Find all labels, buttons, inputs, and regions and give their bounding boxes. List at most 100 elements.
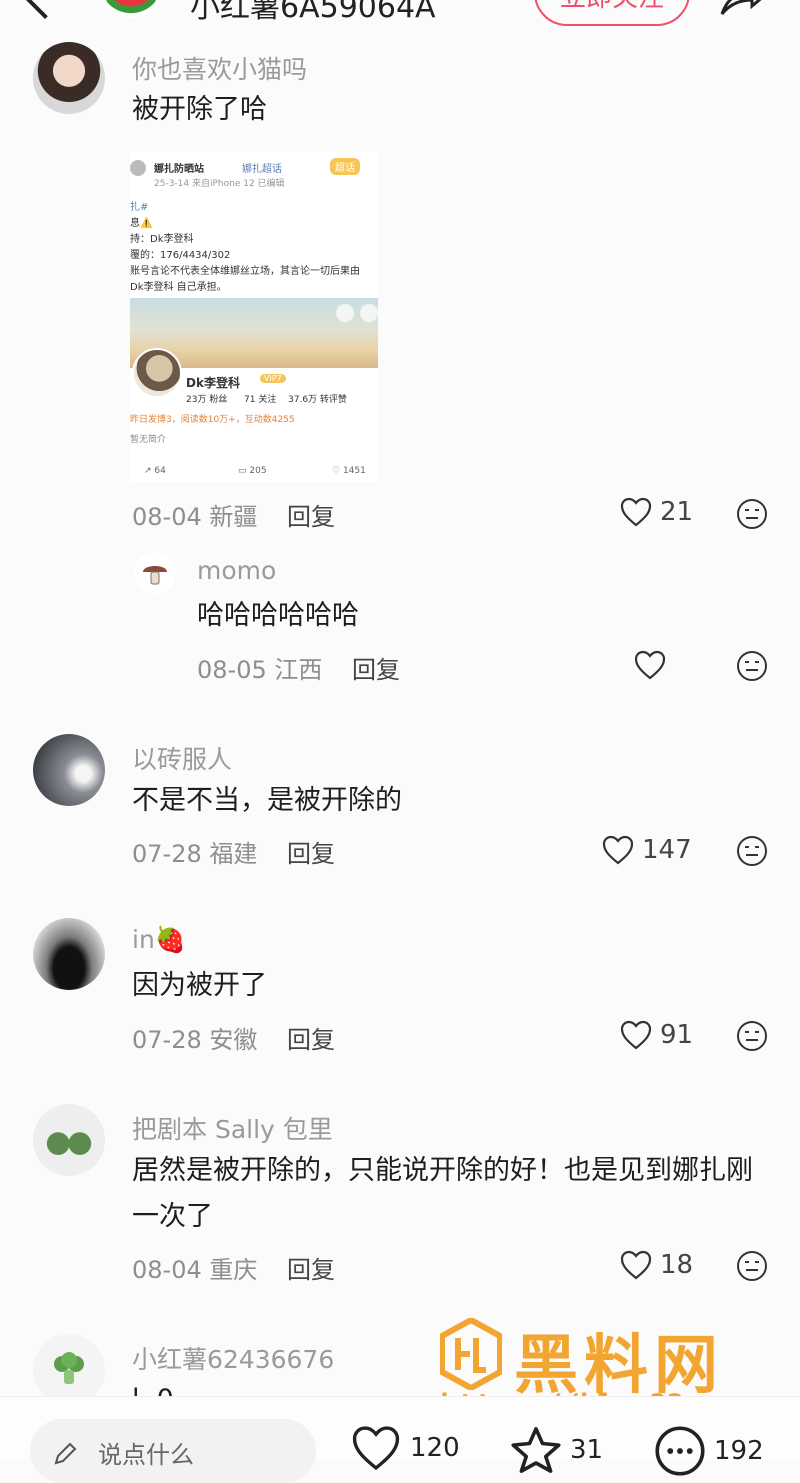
vip-badge: VIP7	[260, 374, 286, 383]
reply-button[interactable]: 回复	[352, 656, 400, 684]
pen-icon	[54, 1442, 77, 1465]
reply-author[interactable]: momo	[197, 556, 276, 585]
comment-bubble-icon	[655, 1426, 705, 1476]
comment-location: 重庆	[209, 1256, 258, 1284]
like-count: 147	[642, 835, 692, 865]
comment-meta: 07-28 安徽 回复	[132, 1020, 335, 1055]
profile-avatar	[132, 348, 182, 398]
post-avatar	[130, 160, 146, 176]
mushroom-icon	[143, 566, 167, 585]
watermark-logo-icon	[440, 1318, 502, 1390]
bottom-bar: 说点什么 120 31 192	[0, 1396, 800, 1483]
emoji-reaction-icon[interactable]	[736, 650, 768, 682]
comment-text: 被开除了哈	[132, 94, 267, 125]
heart-icon	[620, 1250, 652, 1280]
reply-button[interactable]: 回复	[287, 1026, 335, 1054]
post-like-count: 120	[410, 1433, 460, 1463]
profile-bio: 暂无简介	[130, 435, 167, 445]
post-account-name: 娜扎防晒站	[154, 164, 204, 175]
like-count: 21	[660, 497, 694, 527]
comment-location: 安徽	[209, 1026, 258, 1054]
comment-meta: 07-28 福建 回复	[132, 834, 335, 869]
like-button[interactable]: 18	[620, 1250, 693, 1280]
profile-following: 71 关注	[244, 395, 277, 405]
comment-image[interactable]: 娜扎防晒站 娜扎超话 超话 25-3-14 来自iPhone 12 已编辑 扎#…	[130, 152, 378, 482]
comment-author[interactable]: 以砖服人	[132, 740, 232, 776]
heart-icon	[620, 497, 652, 527]
post-warning: 息⚠️	[130, 218, 153, 229]
emoji-reaction-icon[interactable]	[736, 498, 768, 530]
post-collect-count: 31	[570, 1435, 604, 1465]
reply-text: 哈哈哈哈哈哈	[197, 600, 359, 631]
post-line-1: 持：Dk李登科	[130, 234, 194, 245]
comment-meta: 08-04 新疆 回复	[132, 497, 335, 532]
like-button[interactable]: 21	[620, 497, 693, 527]
emoji-reaction-icon[interactable]	[736, 835, 768, 867]
comment-author[interactable]: 把剧本 Sally 包里	[132, 1110, 333, 1146]
super-topic-badge: 超话	[330, 158, 360, 175]
post-line-4: Dk李登科 自己承担。	[130, 282, 227, 293]
reply-meta: 08-05 江西 回复	[197, 650, 400, 685]
heart-icon	[634, 650, 666, 680]
profile-name: Dk李登科	[186, 376, 240, 390]
back-arrow-icon[interactable]	[20, 0, 70, 20]
comment-author[interactable]: 你也喜欢小猫吗	[132, 50, 307, 86]
comment-author[interactable]: 小红薯62436676	[132, 1340, 334, 1376]
comment-text: 因为被开了	[132, 970, 267, 1001]
like-count: ♡ 1451	[332, 466, 366, 476]
post-line-3: 账号言论不代表全体维娜丝立场，其言论一切后果由	[130, 266, 360, 277]
comment-date: 08-04	[132, 1256, 202, 1284]
avatar[interactable]	[33, 42, 105, 114]
comment-input-placeholder: 说点什么	[98, 1441, 194, 1469]
post-comment-button[interactable]: 192	[654, 1425, 764, 1477]
post-header-tag: 娜扎超话	[242, 164, 282, 175]
comment-location: 新疆	[209, 503, 258, 531]
heart-icon	[602, 835, 634, 865]
post-tag: 扎#	[130, 202, 149, 213]
more-icon	[360, 304, 378, 322]
comment-text: 居然是被开除的，只能说开除的好！也是见到娜扎刚一次了	[132, 1155, 753, 1232]
author-name[interactable]: 小红薯6A59064A	[190, 0, 436, 26]
follow-button[interactable]: 立即关注	[534, 0, 690, 26]
heart-icon	[352, 1426, 400, 1471]
reply-avatar[interactable]	[134, 552, 176, 594]
like-button[interactable]: 147	[602, 835, 692, 865]
post-collect-button[interactable]: 31	[510, 1425, 603, 1475]
search-icon	[336, 304, 354, 322]
author-avatar[interactable]	[105, 0, 157, 18]
share-icon[interactable]	[718, 0, 766, 16]
emoji-reaction-icon[interactable]	[736, 1020, 768, 1052]
comment-date: 08-04	[132, 503, 202, 531]
profile-followers: 23万 粉丝	[186, 395, 228, 405]
comment-date: 07-28	[132, 1026, 202, 1054]
like-button[interactable]: 91	[620, 1020, 693, 1050]
avatar[interactable]	[33, 734, 105, 806]
post-like-button[interactable]: 120	[350, 1425, 460, 1471]
comment-author[interactable]: in🍓	[132, 925, 186, 955]
emoji-reaction-icon[interactable]	[736, 1250, 768, 1282]
comment-text: 不是不当，是被开除的	[132, 785, 402, 816]
like-count: 91	[660, 1020, 694, 1050]
reply-button[interactable]: 回复	[287, 1256, 335, 1284]
star-icon	[511, 1427, 561, 1473]
reply-button[interactable]: 回复	[287, 840, 335, 868]
comment-date: 07-28	[132, 840, 202, 868]
reply-location: 江西	[274, 656, 323, 684]
profile-stats: 昨日发博3，阅读数10万+，互动数4255	[130, 415, 295, 425]
comment-meta: 08-04 重庆 回复	[132, 1250, 335, 1285]
reply-button[interactable]: 回复	[287, 503, 335, 531]
like-count: 18	[660, 1250, 694, 1280]
avatar[interactable]	[33, 918, 105, 990]
post-comment-count: 192	[714, 1436, 764, 1466]
comment-location: 福建	[209, 840, 258, 868]
post-meta: 25-3-14 来自iPhone 12 已编辑	[154, 179, 285, 189]
like-button[interactable]	[634, 650, 666, 680]
share-count: ↗ 64	[144, 466, 166, 476]
heart-icon	[620, 1020, 652, 1050]
comment-count: ▭ 205	[238, 466, 267, 476]
profile-likes: 37.6万 转评赞	[288, 395, 347, 405]
avatar[interactable]	[33, 1104, 105, 1176]
broccoli-icon	[54, 1352, 84, 1384]
comment-input[interactable]: 说点什么	[30, 1419, 316, 1483]
reply-date: 08-05	[197, 656, 267, 684]
